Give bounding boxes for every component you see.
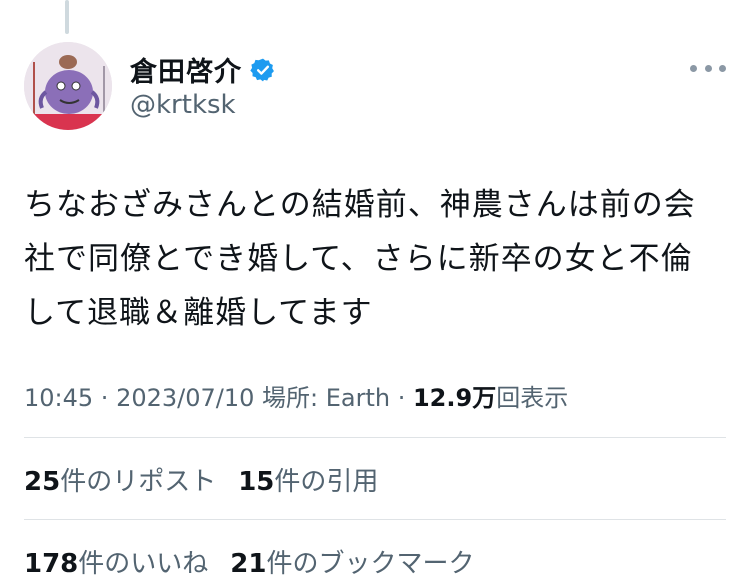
thread-connector-line bbox=[65, 0, 69, 34]
bookmarks-count: 21 bbox=[230, 549, 267, 579]
views-count: 12.9万 bbox=[412, 384, 497, 412]
verified-badge-icon bbox=[250, 57, 276, 83]
reposts-label: 件のリポスト bbox=[60, 467, 217, 497]
more-options-icon[interactable] bbox=[690, 56, 726, 80]
quotes-link[interactable]: 15件の引用 bbox=[238, 467, 378, 497]
tweet-time[interactable]: 10:45 bbox=[24, 384, 93, 412]
author-handle[interactable]: @krtksk bbox=[130, 90, 236, 120]
tweet-text: ちなおざみさんとの結婚前、神農さんは前の会 社で同僚とでき婚して、さらに新卒の女… bbox=[24, 187, 696, 331]
author-display-name[interactable]: 倉田啓介 bbox=[130, 50, 242, 89]
quotes-label: 件の引用 bbox=[274, 467, 379, 497]
more-dot bbox=[719, 64, 726, 72]
likes-link[interactable]: 178件のいいね bbox=[24, 549, 208, 579]
bookmarks-link[interactable]: 21件のブックマーク bbox=[230, 549, 474, 579]
reposts-link[interactable]: 25件のリポスト bbox=[24, 467, 216, 497]
more-dot bbox=[690, 64, 697, 72]
like-bookmark-stats: 178件のいいね 21件のブックマーク bbox=[24, 543, 475, 580]
avatar-illustration bbox=[24, 42, 112, 130]
author-name-row[interactable]: 倉田啓介 bbox=[130, 50, 276, 89]
tweet-meta: 10:45 · 2023/07/10 場所: Earth · 12.9万回表示 bbox=[24, 378, 568, 413]
likes-count: 178 bbox=[24, 549, 79, 579]
avatar[interactable] bbox=[24, 42, 112, 130]
tweet-date[interactable]: 2023/07/10 bbox=[116, 384, 254, 412]
more-dot bbox=[704, 64, 712, 72]
views-label: 回表示 bbox=[496, 384, 569, 412]
meta-separator: · bbox=[93, 384, 117, 412]
reposts-count: 25 bbox=[24, 467, 61, 497]
repost-quote-stats: 25件のリポスト 15件の引用 bbox=[24, 461, 378, 498]
likes-label: 件のいいね bbox=[78, 549, 209, 579]
divider bbox=[24, 437, 726, 438]
tweet-location: 場所: Earth bbox=[254, 384, 391, 412]
divider bbox=[24, 519, 726, 520]
quotes-count: 15 bbox=[238, 467, 275, 497]
meta-separator: · bbox=[390, 384, 413, 412]
bookmarks-label: 件のブックマーク bbox=[266, 549, 475, 579]
